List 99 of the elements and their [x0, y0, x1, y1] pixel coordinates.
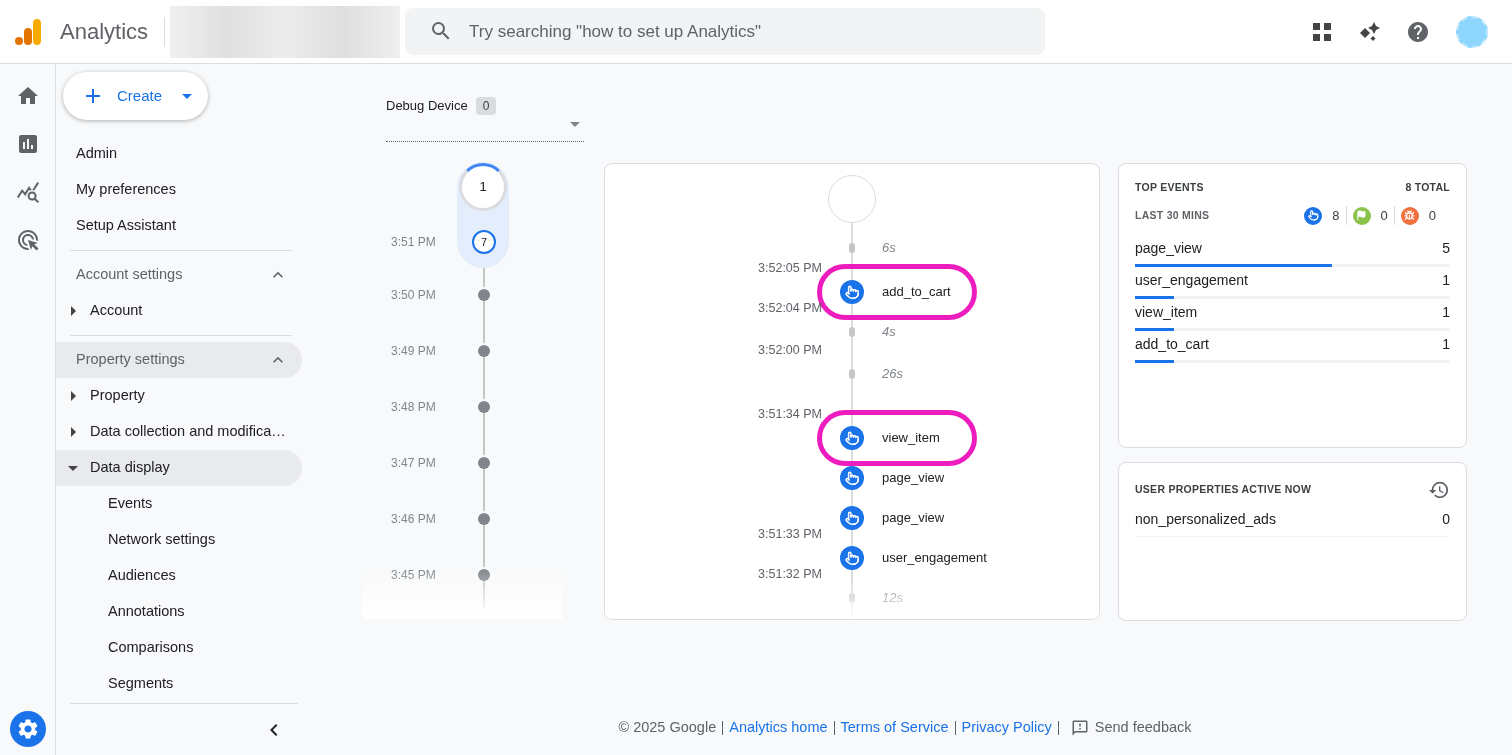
event-count: 1	[1442, 271, 1450, 291]
card-title: USER PROPERTIES ACTIVE NOW	[1135, 482, 1312, 498]
pointer-icon	[840, 426, 864, 450]
caret-icon	[570, 122, 580, 127]
minute-label: 3:48 PM	[391, 399, 437, 416]
time-label: 3:51:33 PM	[758, 526, 822, 542]
gap-label: 6s	[882, 240, 896, 256]
top-event-row[interactable]: user_engagement 1	[1135, 267, 1450, 300]
section-title: Account settings	[76, 265, 183, 285]
section-header[interactable]: Account settings	[56, 257, 302, 293]
caret-icon	[182, 93, 193, 99]
minute-label: 3:49 PM	[391, 343, 437, 360]
time-label: 3:51:34 PM	[758, 406, 822, 422]
footer-link[interactable]: Analytics home	[729, 717, 828, 739]
settings-button[interactable]	[9, 711, 46, 747]
pointer-icon	[840, 280, 864, 304]
gap-marker	[849, 327, 855, 337]
history-icon[interactable]	[1428, 479, 1450, 501]
top-event-row[interactable]: view_item 1	[1135, 299, 1450, 332]
event-name: add_to_cart	[1135, 335, 1209, 355]
help-icon[interactable]	[1406, 19, 1430, 44]
caret-right-icon	[70, 306, 76, 316]
flag-icon	[1352, 206, 1371, 225]
sidebar-item[interactable]: Account	[56, 293, 302, 329]
feedback-icon	[1070, 719, 1089, 738]
sidebar-link[interactable]: Admin	[56, 136, 302, 172]
explore-icon[interactable]	[15, 180, 40, 204]
sidebar-link[interactable]: My preferences	[56, 172, 302, 208]
property-value: 0	[1442, 510, 1450, 529]
sidebar-subitem[interactable]: Audiences	[56, 558, 302, 594]
gap-label: 12s	[882, 590, 903, 606]
event-name[interactable]: view_item	[882, 430, 940, 446]
property-name: non_personalized_ads	[1135, 510, 1276, 529]
minute-label: 3:50 PM	[391, 287, 437, 304]
sidebar-subitem[interactable]: Events	[56, 486, 302, 522]
card-title: TOP EVENTS	[1135, 180, 1204, 195]
sidebar-subitem[interactable]: Comparisons	[56, 630, 302, 666]
product-name: Analytics	[60, 18, 149, 46]
pointer-icon	[840, 506, 864, 530]
gap-marker	[849, 369, 855, 379]
sidebar-subitem[interactable]: Annotations	[56, 594, 302, 630]
feedback-button[interactable]: Send feedback	[1070, 717, 1192, 739]
type-count: 0	[1380, 206, 1388, 225]
time-label: 3:52:05 PM	[758, 260, 822, 276]
copyright-text: © 2025 Google	[618, 718, 717, 738]
event-name: page_view	[1135, 239, 1202, 259]
minute-label: 3:47 PM	[391, 455, 437, 472]
event-count: 1	[1442, 335, 1450, 355]
top-event-row[interactable]: add_to_cart 1	[1135, 331, 1450, 364]
event-name: user_engagement	[1135, 271, 1248, 291]
sidebar-subitem[interactable]: Network settings	[56, 522, 302, 558]
top-event-row[interactable]: page_view 5	[1135, 235, 1450, 268]
sidebar-subitem[interactable]: Segments	[56, 666, 302, 702]
caret-right-icon	[70, 427, 76, 437]
debug-device-label: Debug Device	[386, 97, 468, 115]
bug-icon	[1400, 206, 1419, 225]
time-label: 3:52:00 PM	[758, 342, 822, 358]
type-count: 8	[1332, 206, 1340, 225]
event-name[interactable]: page_view	[882, 510, 945, 526]
event-name: view_item	[1135, 303, 1198, 323]
search-field[interactable]: Try searching "how to set up Analytics"	[405, 8, 1046, 55]
section-title: Property settings	[76, 350, 185, 370]
caret-right-icon	[70, 391, 76, 401]
minute-count-bubble[interactable]: 1	[459, 163, 507, 211]
sidebar-item[interactable]: Property	[56, 378, 302, 414]
target-cursor-icon[interactable]	[15, 228, 40, 252]
gap-marker	[849, 593, 855, 603]
event-name[interactable]: add_to_cart	[882, 284, 951, 300]
section-header[interactable]: Property settings	[56, 342, 302, 378]
create-button[interactable]: Create	[63, 72, 208, 120]
minute-label: 3:45 PM	[391, 567, 437, 584]
debug-device-dropdown[interactable]: Debug Device 0	[386, 94, 584, 142]
total-count: 8 TOTAL	[1405, 180, 1450, 195]
event-count: 5	[1442, 239, 1450, 259]
time-label: 3:51:32 PM	[758, 566, 822, 582]
pointer-icon	[1304, 206, 1323, 225]
sidebar-item[interactable]: Data display	[56, 450, 302, 486]
type-count: 0	[1428, 206, 1436, 225]
device-count: 0	[475, 96, 497, 115]
pointer-icon	[840, 466, 864, 490]
sparkle-icon[interactable]	[1358, 20, 1380, 43]
logo-icon[interactable]	[14, 17, 42, 46]
gap-label: 4s	[882, 324, 896, 340]
period-label: LAST 30 MINS	[1135, 207, 1210, 223]
sidebar-link[interactable]: Setup Assistant	[56, 208, 302, 244]
footer-link[interactable]: Terms of Service	[840, 717, 949, 739]
event-count: 1	[1442, 303, 1450, 323]
time-label: 3:52:04 PM	[758, 300, 822, 316]
minute-label: 3:46 PM	[391, 511, 437, 528]
gap-marker	[849, 243, 855, 253]
pointer-icon	[840, 546, 864, 570]
gap-label: 26s	[882, 366, 903, 382]
apps-grid-icon[interactable]	[1312, 21, 1332, 42]
event-name[interactable]: user_engagement	[882, 550, 987, 566]
caret-down-icon	[68, 465, 78, 471]
minute-label: 3:51 PM	[391, 234, 437, 251]
footer-link[interactable]: Privacy Policy	[961, 717, 1052, 739]
sidebar-item[interactable]: Data collection and modifica…	[56, 414, 302, 450]
event-name[interactable]: page_view	[882, 470, 945, 486]
